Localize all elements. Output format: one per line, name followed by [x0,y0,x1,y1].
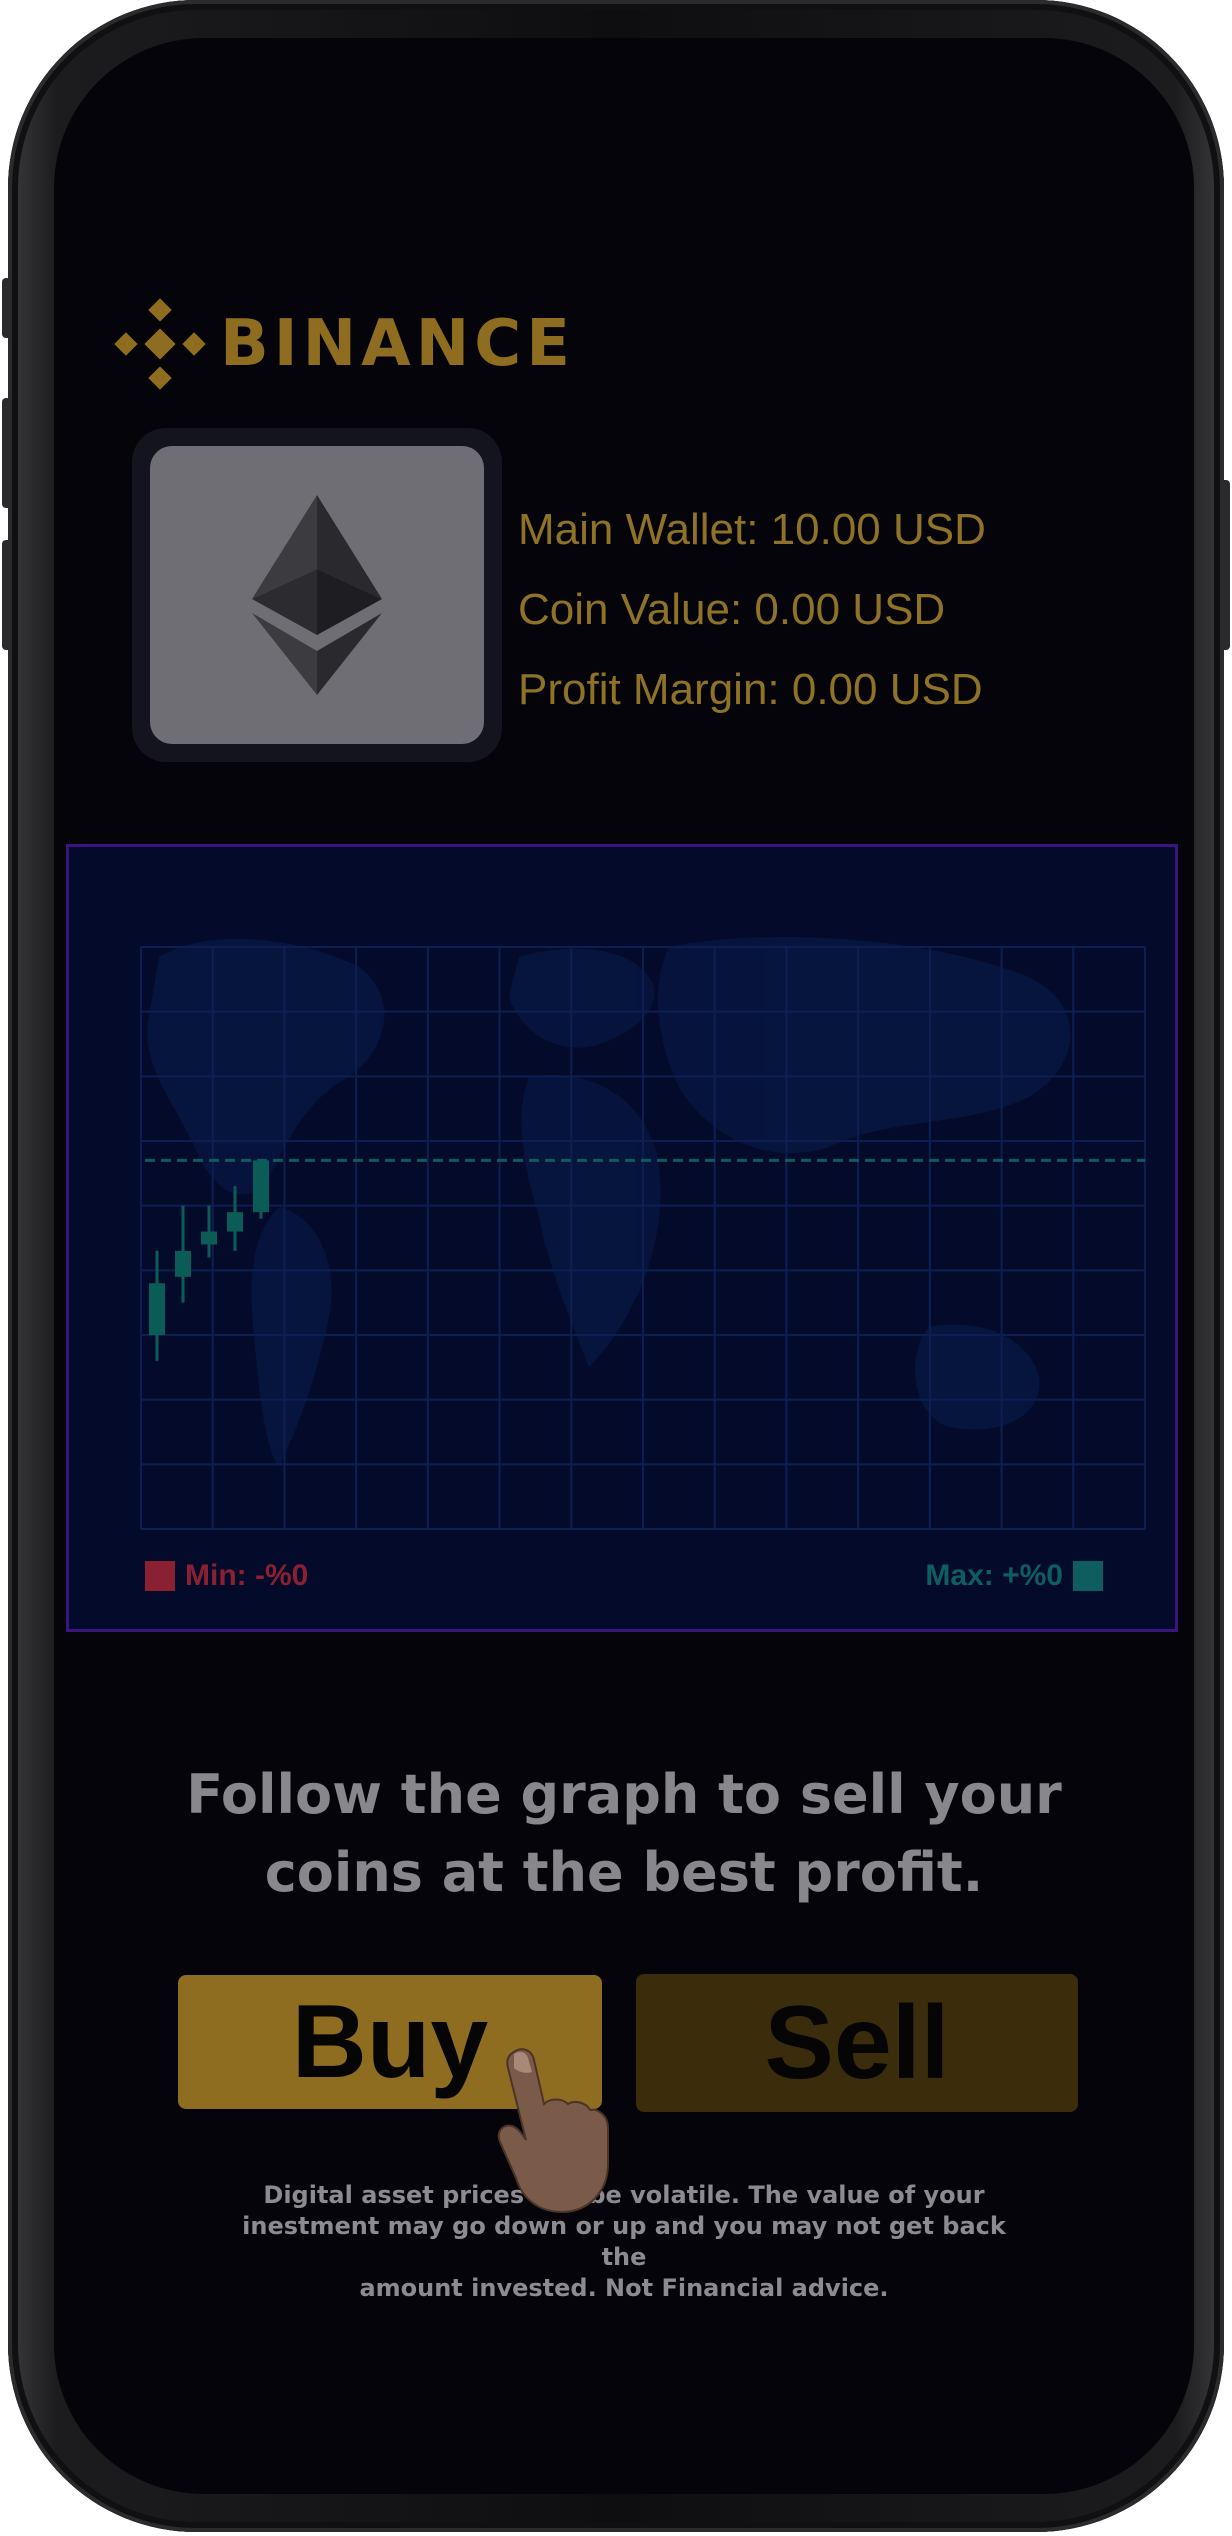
app-screen: BINANCE Main Wallet: 10.00 USD Coin Valu… [54,38,1194,2494]
disclaimer-line-2: inestment may go down or up and you may … [242,2212,1006,2271]
candle-body [201,1231,217,1245]
world-map-background [147,937,1071,1467]
price-chart-panel: Min: -%0 Max: +%0 [66,844,1178,1632]
candle-body [149,1283,165,1335]
legend-min: Min: -%0 [145,1559,308,1593]
phone-frame: BINANCE Main Wallet: 10.00 USD Coin Valu… [2,0,1230,2532]
silent-switch [2,278,12,338]
disclaimer-line-1: Digital asset prices can be volatile. Th… [263,2181,985,2209]
coin-card [132,428,502,762]
volume-up-button [2,398,12,508]
wallet-info: Main Wallet: 10.00 USD Coin Value: 0.00 … [518,490,986,730]
instruction-line-2: coins at the best profit. [264,1841,984,1904]
binance-logo: BINANCE [114,298,575,390]
candle-body [175,1250,191,1277]
volume-down-button [2,540,12,650]
max-label: Max: +%0 [925,1559,1063,1592]
disclaimer-line-3: amount invested. Not Financial advice. [359,2274,889,2302]
min-swatch [145,1561,175,1591]
brand-name: BINANCE [220,307,575,381]
instruction-line-1: Follow the graph to sell your [186,1763,1062,1826]
power-button [1220,480,1230,650]
candle-body [227,1212,243,1232]
pointing-hand-icon [497,2048,609,2214]
main-wallet-text: Main Wallet: 10.00 USD [518,505,986,554]
coin-value-text: Coin Value: 0.00 USD [518,585,946,634]
candle-body [253,1160,269,1213]
min-label: Min: -%0 [185,1559,309,1592]
instruction-text: Follow the graph to sell your coins at t… [114,1756,1134,1912]
coin-icon-tile [150,446,484,744]
legend-max: Max: +%0 [925,1559,1103,1593]
disclaimer-text: Digital asset prices can be volatile. Th… [224,2180,1024,2304]
ethereum-icon [252,495,382,695]
candlestick-chart [140,937,1146,1530]
binance-diamond-icon [114,298,206,390]
max-swatch [1073,1561,1103,1591]
profit-margin-text: Profit Margin: 0.00 USD [518,665,983,714]
sell-button[interactable]: Sell [636,1974,1078,2112]
